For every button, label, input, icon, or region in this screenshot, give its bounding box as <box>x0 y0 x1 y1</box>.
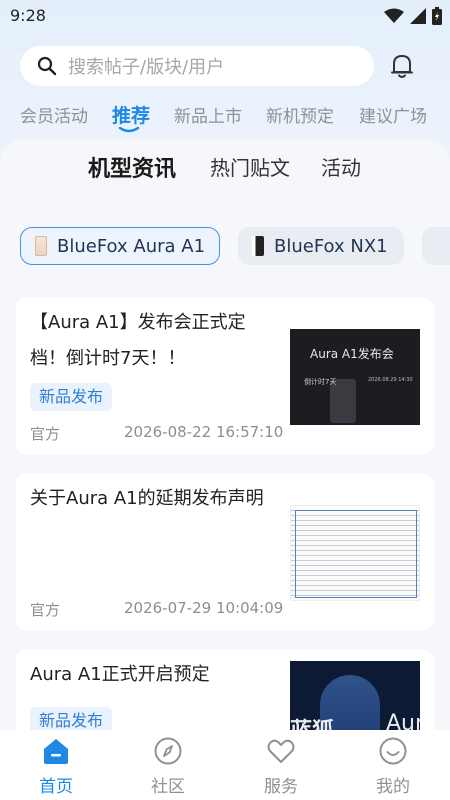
post-author: 官方 <box>30 425 61 443</box>
post-tag: 新品发布 <box>30 383 113 411</box>
smile-icon <box>379 737 407 765</box>
tab-preorder[interactable]: 新机预定 <box>266 102 334 127</box>
bottom-nav: 首页 社区 服务 我的 <box>0 730 450 800</box>
phone-thumbnail-icon <box>252 236 264 256</box>
subtab-hot-posts[interactable]: 热门贴文 <box>210 152 290 181</box>
model-chip-aura-a1[interactable]: BlueFox Aura A1 <box>20 227 220 265</box>
phone-thumbnail-icon <box>35 236 47 256</box>
nav-profile[interactable]: 我的 <box>358 734 428 797</box>
nav-label: 首页 <box>39 777 73 797</box>
post-card[interactable]: Aura A1正式开启预定 新品发布 蓝狐 Aur <box>16 649 434 740</box>
wifi-icon <box>384 8 404 23</box>
status-icons <box>384 6 442 26</box>
post-time: 2026-07-29 10:04:09 <box>124 599 284 617</box>
nav-services[interactable]: 服务 <box>246 734 316 797</box>
content-panel: 机型资讯 热门贴文 活动 BlueFox Aura A1 BlueFox NX1… <box>0 140 450 740</box>
thumb-countdown: 倒计时7天 <box>304 378 337 386</box>
nav-community[interactable]: 社区 <box>133 734 203 797</box>
tab-recommended[interactable]: 推荐 <box>112 101 150 128</box>
post-card[interactable]: 关于Aura A1的延期发布声明 官方 2026-07-29 10:04:09 <box>16 473 434 631</box>
post-title: 【Aura A1】发布会正式定档！倒计时7天！！ <box>30 312 246 369</box>
nav-label: 服务 <box>264 777 298 797</box>
battery-icon <box>432 7 442 25</box>
top-tabs: 会员活动 推荐 新品上市 新机预定 建议广场 <box>0 98 450 130</box>
active-tab-indicator <box>118 127 140 133</box>
model-chip-label: BlueFox Aura A1 <box>57 235 206 257</box>
subtab-model-news[interactable]: 机型资讯 <box>88 151 176 183</box>
compass-icon <box>154 737 182 765</box>
search-icon <box>37 56 57 76</box>
post-author: 官方 <box>30 601 61 619</box>
heart-icon <box>267 739 295 763</box>
post-time: 2026-08-22 16:57:10 <box>124 423 284 441</box>
search-placeholder: 搜索帖子/版块/用户 <box>68 57 225 78</box>
search-bar[interactable]: 搜索帖子/版块/用户 <box>20 46 374 86</box>
post-card[interactable]: 【Aura A1】发布会正式定档！倒计时7天！！ 新品发布 官方 2026-08… <box>16 297 434 455</box>
model-chip-label: BlueFox NX1 <box>274 235 388 257</box>
post-title: 关于Aura A1的延期发布声明 <box>30 488 264 509</box>
bell-icon[interactable] <box>386 50 418 82</box>
thumb-document-border <box>295 510 417 598</box>
signal-icon <box>410 8 426 24</box>
subtab-activities[interactable]: 活动 <box>321 152 361 181</box>
status-time: 9:28 <box>10 6 46 25</box>
post-thumbnail: Aura A1发布会 倒计时7天 2026.08.29 14:30 <box>290 329 420 425</box>
tab-suggestions[interactable]: 建议广场 <box>359 102 427 127</box>
thumb-date: 2026.08.29 14:30 <box>368 377 413 383</box>
model-chip-nx1[interactable]: BlueFox NX1 <box>238 227 404 265</box>
post-title: Aura A1正式开启预定 <box>30 664 210 685</box>
tab-new-products[interactable]: 新品上市 <box>174 102 242 127</box>
nav-home[interactable]: 首页 <box>21 734 91 797</box>
nav-label: 我的 <box>376 777 410 797</box>
tab-member-activity[interactable]: 会员活动 <box>20 102 88 127</box>
thumb-heading: Aura A1发布会 <box>310 347 394 361</box>
home-icon <box>44 739 68 764</box>
post-thumbnail: 蓝狐 Aur <box>290 661 420 740</box>
model-chip-more[interactable] <box>422 227 450 265</box>
nav-label: 社区 <box>151 777 185 797</box>
status-bar: 9:28 <box>0 0 450 32</box>
post-thumbnail <box>290 505 420 601</box>
